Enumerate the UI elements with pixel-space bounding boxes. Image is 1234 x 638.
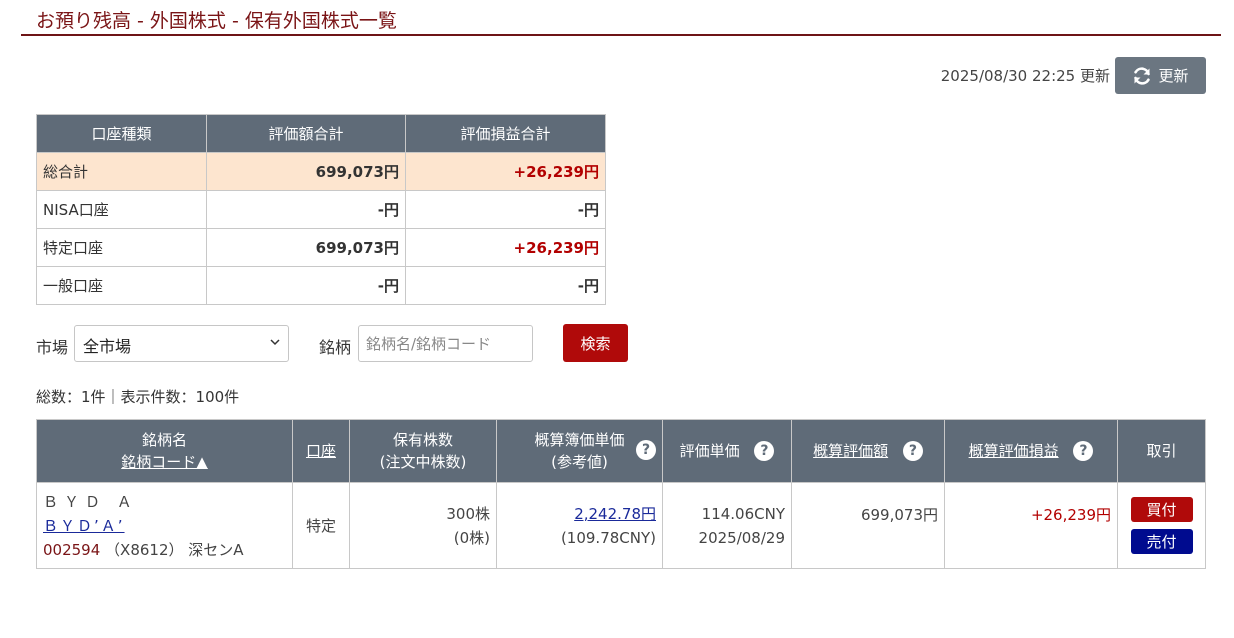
sort-account-link[interactable]: 口座: [306, 442, 336, 460]
refresh-button-label: 更新: [1158, 67, 1189, 85]
col-unit-price: 評価単価 ?: [662, 419, 792, 483]
unit-price: 114.06CNY: [701, 504, 785, 523]
summary-pl: -円: [405, 266, 606, 305]
summary-value: 699,073円: [206, 228, 406, 267]
sort-est-pl-link[interactable]: 概算評価損益: [969, 442, 1059, 460]
help-icon[interactable]: ?: [636, 440, 656, 460]
title-divider: [21, 34, 1221, 36]
search-button[interactable]: 検索: [563, 324, 628, 362]
help-icon[interactable]: ?: [902, 441, 923, 462]
cost-link[interactable]: 2,242.78円: [574, 505, 656, 523]
stock-name: ＢＹＤ Ａ: [43, 492, 138, 511]
filter-bar: 市場 全市場 銘柄 検索: [36, 324, 636, 362]
cost-cell: 2,242.78円 (109.78CNY): [496, 482, 663, 569]
holdings-table: 銘柄名 銘柄コード▲ 口座 保有株数 (注文中株数) 概算簿価単価 (参考値) …: [36, 419, 1206, 569]
account-cell: 特定: [292, 482, 350, 569]
cost-ref: (109.78CNY): [560, 528, 656, 547]
shares-held: 300株: [446, 504, 490, 523]
summary-value: -円: [206, 266, 406, 305]
summary-pl: +26,239円: [405, 152, 606, 191]
summary-type: NISA口座: [36, 190, 207, 229]
col-pending-label: (注文中株数): [379, 453, 467, 471]
summary-row-general: 一般口座 -円 -円: [36, 266, 606, 305]
stock-label: 銘柄: [319, 338, 352, 357]
col-account: 口座: [292, 419, 350, 483]
stock-search-input[interactable]: [358, 325, 533, 362]
col-est-pl: 概算評価損益 ?: [944, 419, 1118, 483]
summary-row-specific: 特定口座 699,073円 +26,239円: [36, 228, 606, 267]
help-icon[interactable]: ?: [754, 441, 775, 462]
col-stock-name: 銘柄名 銘柄コード▲: [36, 419, 293, 483]
sort-stock-code-link[interactable]: 銘柄コード▲: [121, 453, 208, 471]
market-label: 市場: [36, 338, 69, 357]
summary-type: 特定口座: [36, 228, 207, 267]
table-row: ＢＹＤ Ａ ＢＹＤʼＡʼ 002594 （X8612） 深センA 特定 300株…: [36, 482, 1206, 569]
help-icon[interactable]: ?: [1073, 441, 1094, 462]
col-shares: 保有株数 (注文中株数): [349, 419, 497, 483]
chevron-down-icon: [270, 339, 280, 346]
col-account-type: 口座種類: [36, 114, 207, 153]
summary-value: 699,073円: [206, 152, 406, 191]
col-value-total: 評価額合計: [206, 114, 406, 153]
result-count: 総数：1件｜表示件数：100件: [36, 388, 240, 406]
summary-value: -円: [206, 190, 406, 229]
summary-row-total: 総合計 699,073円 +26,239円: [36, 152, 606, 191]
summary-pl: +26,239円: [405, 228, 606, 267]
page-title: お預り残高 - 外国株式 - 保有外国株式一覧: [36, 10, 397, 32]
sort-est-value-link[interactable]: 概算評価額: [813, 442, 888, 460]
col-unit-price-label: 評価単価: [679, 441, 740, 460]
col-stock-name-label: 銘柄名: [141, 430, 187, 449]
summary-type: 一般口座: [36, 266, 207, 305]
col-cost: 概算簿価単価 (参考値) ?: [496, 419, 663, 483]
shares-pending: (0株): [453, 528, 490, 547]
est-pl-cell: +26,239円: [944, 482, 1118, 569]
stock-name-cell: ＢＹＤ Ａ ＢＹＤʼＡʼ 002594 （X8612） 深センA: [36, 482, 293, 569]
est-value-cell: 699,073円: [791, 482, 945, 569]
col-pl-total: 評価損益合計: [405, 114, 606, 153]
refresh-button[interactable]: 更新: [1115, 57, 1206, 94]
last-updated-timestamp: 2025/08/30 22:25 更新: [940, 67, 1110, 85]
market-select-value: 全市場: [83, 337, 132, 356]
stock-market: （X8612） 深センA: [105, 540, 244, 559]
summary-row-nisa: NISA口座 -円 -円: [36, 190, 606, 229]
trade-cell: 買付 売付: [1117, 482, 1206, 569]
summary-pl: -円: [405, 190, 606, 229]
unit-price-cell: 114.06CNY 2025/08/29: [662, 482, 792, 569]
refresh-icon: [1134, 66, 1151, 85]
shares-cell: 300株 (0株): [349, 482, 497, 569]
account-summary-table: 口座種類 評価額合計 評価損益合計 総合計 699,073円 +26,239円 …: [36, 114, 606, 305]
unit-price-date: 2025/08/29: [698, 528, 785, 547]
buy-button[interactable]: 買付: [1130, 497, 1193, 522]
col-shares-label: 保有株数: [392, 430, 453, 449]
holdings-header-row: 銘柄名 銘柄コード▲ 口座 保有株数 (注文中株数) 概算簿価単価 (参考値) …: [36, 419, 1206, 483]
summary-type: 総合計: [36, 152, 207, 191]
sell-button[interactable]: 売付: [1130, 529, 1193, 554]
market-select[interactable]: 全市場: [74, 325, 289, 362]
stock-code: 002594: [43, 540, 101, 559]
col-est-value: 概算評価額 ?: [791, 419, 945, 483]
col-trade: 取引: [1117, 419, 1206, 483]
summary-header-row: 口座種類 評価額合計 評価損益合計: [36, 114, 606, 153]
stock-detail-link[interactable]: ＢＹＤʼＡʼ: [43, 517, 125, 535]
